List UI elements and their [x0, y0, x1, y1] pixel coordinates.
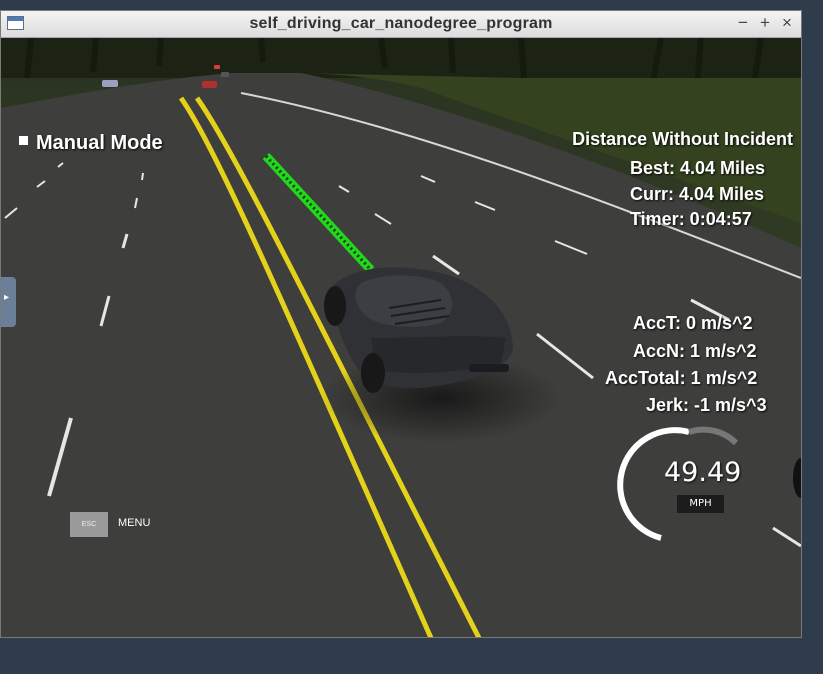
simulator-window: self_driving_car_nanodegree_program − + …	[0, 10, 802, 638]
timer-readout: Timer: 0:04:57	[630, 209, 752, 229]
driving-scene	[1, 38, 801, 637]
distance-title: Distance Without Incident	[572, 129, 793, 149]
acc-n-readout: AccN: 1 m/s^2	[633, 341, 757, 361]
manual-mode-checkbox[interactable]	[19, 136, 28, 145]
manual-mode-label: Manual Mode	[36, 132, 163, 154]
window-titlebar[interactable]: self_driving_car_nanodegree_program − + …	[1, 11, 801, 38]
jerk-readout: Jerk: -1 m/s^3	[646, 395, 767, 415]
close-button[interactable]: ×	[778, 13, 796, 33]
esc-button[interactable]: ESC	[70, 512, 108, 537]
menu-label[interactable]: MENU	[118, 517, 150, 529]
desktop-background-bottom	[0, 638, 823, 674]
best-distance: Best: 4.04 Miles	[630, 158, 766, 178]
acc-t-readout: AccT: 0 m/s^2	[633, 313, 753, 333]
speed-value: 49.49	[664, 457, 742, 488]
current-distance: Curr: 4.04 Miles	[630, 184, 765, 204]
simulator-viewport[interactable]: Manual Mode Distance Without Incident Be…	[1, 38, 801, 637]
window-title: self_driving_car_nanodegree_program	[249, 15, 553, 32]
speed-unit-badge: MPH	[677, 495, 724, 513]
manual-mode-toggle[interactable]: Manual Mode	[19, 132, 163, 155]
acc-total-readout: AccTotal: 1 m/s^2	[605, 368, 758, 388]
maximize-button[interactable]: +	[756, 13, 774, 33]
minimize-button[interactable]: −	[734, 13, 752, 33]
side-panel-toggle[interactable]	[1, 277, 16, 327]
desktop-background	[802, 0, 823, 674]
